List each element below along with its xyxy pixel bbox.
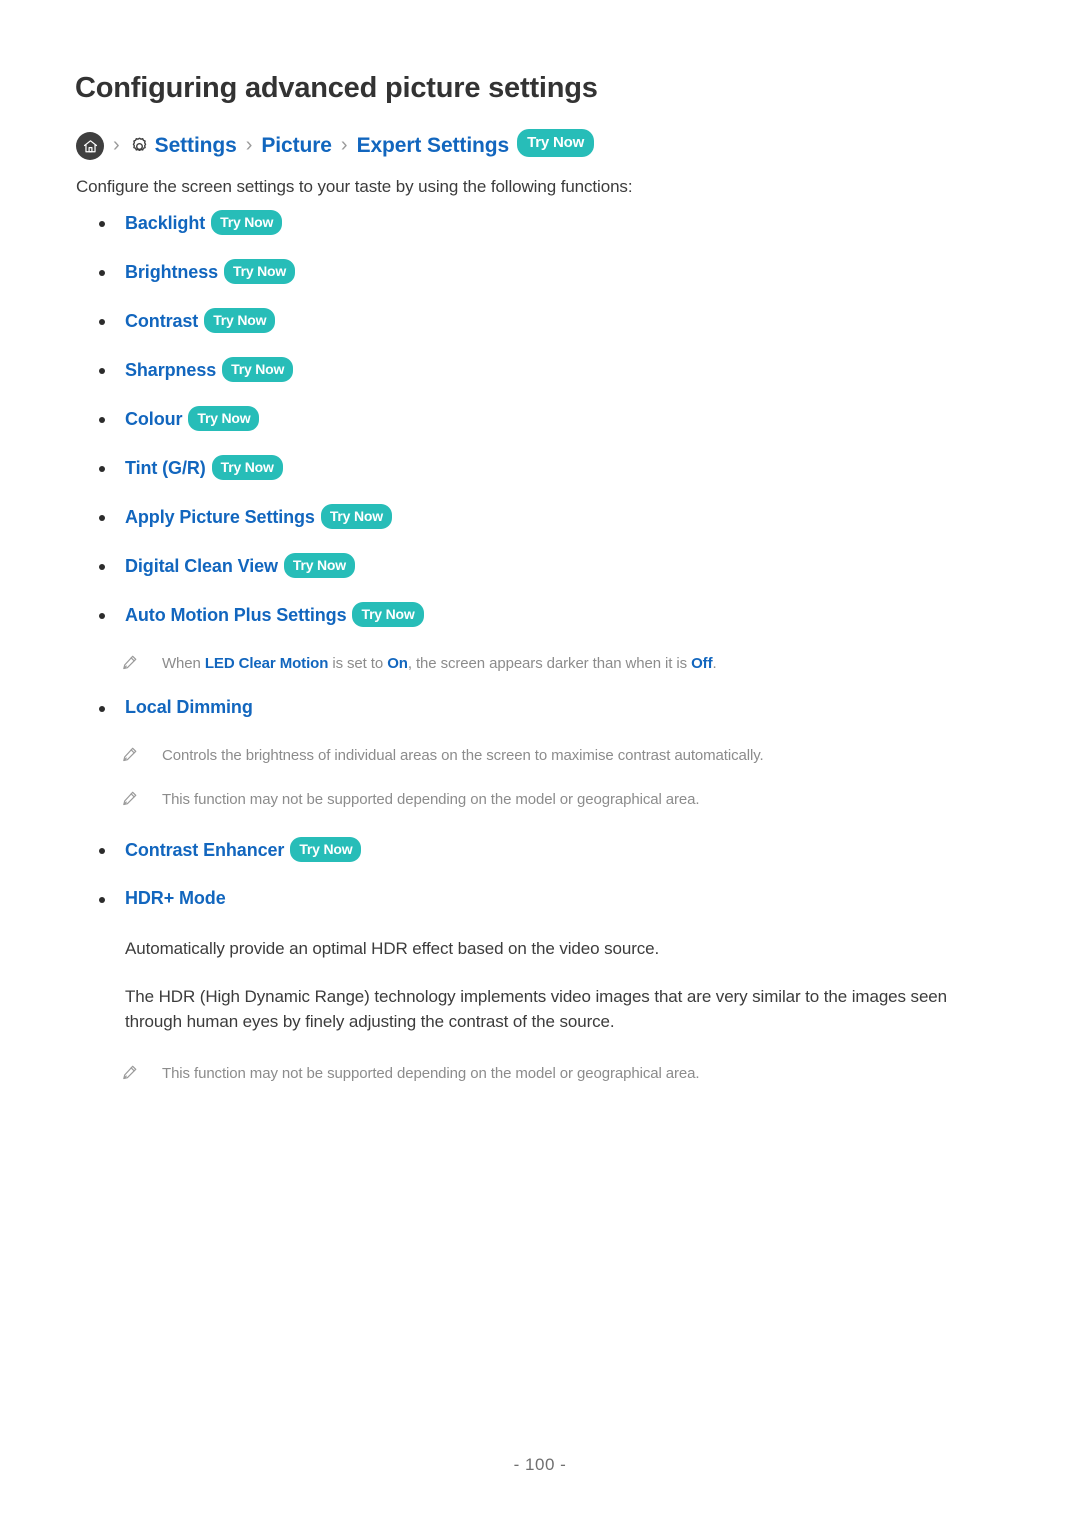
bullet-marker [99,417,105,423]
note-local-dimming-2: This function may not be supported depen… [0,789,1080,811]
bullet-marker [99,221,105,227]
intro-paragraph: Configure the screen settings to your ta… [76,177,633,196]
list-item-brightness[interactable]: Brightness Try Now [0,259,1080,286]
hdr-plus-paragraph-2: The HDR (High Dynamic Range) technology … [125,986,948,1032]
try-now-badge[interactable]: Try Now [320,504,392,529]
pencil-icon [121,746,138,763]
bullet-marker [99,897,105,903]
bullet-marker [99,564,105,570]
list-item-hdr-plus-mode[interactable]: HDR+ Mode [0,888,1080,912]
content-body: Backlight Try Now Brightness Try Now Contr… [0,210,1080,1107]
breadcrumb-separator-3: › [340,134,348,156]
bullet-marker [99,706,105,712]
note-part-2: is set to [328,655,388,672]
pencil-icon [121,790,138,807]
bullet-marker [99,270,105,276]
note-text: When LED Clear Motion is set to On, the … [162,655,717,672]
try-now-badge[interactable]: Try Now [283,553,355,578]
list-item-label[interactable]: Sharpness [125,360,216,380]
note-part-4: . [712,655,717,672]
note-text: This function may not be supported depen… [162,1064,700,1082]
note-term-on: On [387,655,408,672]
list-item-tint[interactable]: Tint (G/R) Try Now [0,455,1080,482]
try-now-badge[interactable]: Try Now [290,837,362,862]
bullet-marker [99,319,105,325]
breadcrumb-separator-1: › [113,134,120,156]
note-local-dimming-1: Controls the brightness of individual ar… [0,745,1080,767]
list-item-label[interactable]: HDR+ Mode [125,888,226,908]
breadcrumb-item-settings[interactable]: Settings [155,134,237,158]
list-item-contrast[interactable]: Contrast Try Now [0,308,1080,335]
gear-icon [129,136,150,157]
list-item-colour[interactable]: Colour Try Now [0,406,1080,433]
try-now-badge[interactable]: Try Now [352,602,424,627]
bullet-marker [99,515,105,521]
list-item-digital-clean-view[interactable]: Digital Clean View Try Now [0,553,1080,580]
breadcrumb-separator-2: › [245,134,253,156]
breadcrumb: › Settings › Picture › Expert Settings T… [76,129,595,161]
page-footer: - 100 - [513,1455,567,1474]
breadcrumb-item-expert-settings[interactable]: Expert Settings [357,134,510,158]
note-text: Controls the brightness of individual ar… [162,747,764,764]
list-item-label[interactable]: Brightness [125,262,218,282]
note-part-3: , the screen appears darker than when it… [407,655,692,672]
list-item-apply-picture-settings[interactable]: Apply Picture Settings Try Now [0,504,1080,531]
try-now-badge-breadcrumb[interactable]: Try Now [517,129,595,157]
pencil-icon [121,654,138,671]
list-item-label[interactable]: Apply Picture Settings [125,507,315,527]
pencil-icon [121,1064,138,1081]
note-term-off: Off [691,655,713,672]
note-term-led-clear-motion: LED Clear Motion [204,655,329,672]
breadcrumb-item-picture[interactable]: Picture [261,134,332,158]
bullet-marker [99,466,105,472]
bullet-marker [99,613,105,619]
try-now-badge[interactable]: Try Now [222,357,294,382]
list-item-label[interactable]: Backlight [125,213,205,233]
bullet-marker [99,368,105,374]
list-item-contrast-enhancer[interactable]: Contrast Enhancer Try Now [0,837,1080,864]
try-now-badge[interactable]: Try Now [211,455,283,480]
hdr-plus-paragraph-1: Automatically provide an optimal HDR eff… [125,939,660,958]
list-item-label[interactable]: Contrast [125,311,198,331]
list-item-label[interactable]: Tint (G/R) [125,458,206,478]
document-page: Configuring advanced picture settings › … [0,0,1080,1527]
list-item-label[interactable]: Local Dimming [125,697,253,717]
list-item-label[interactable]: Colour [125,409,182,429]
list-item-backlight[interactable]: Backlight Try Now [0,210,1080,237]
try-now-badge[interactable]: Try Now [211,210,283,235]
try-now-badge[interactable]: Try Now [204,308,276,333]
note-led-clear-motion: When LED Clear Motion is set to On, the … [0,653,1080,675]
try-now-badge[interactable]: Try Now [224,259,296,284]
list-item-label[interactable]: Digital Clean View [125,556,278,576]
note-hdr-plus: This function may not be supported depen… [0,1063,1080,1085]
page-title: Configuring advanced picture settings [75,72,598,104]
home-icon[interactable] [76,132,104,160]
list-item-label[interactable]: Auto Motion Plus Settings [125,605,347,625]
list-item-local-dimming[interactable]: Local Dimming [0,697,1080,721]
list-item-auto-motion-plus-settings[interactable]: Auto Motion Plus Settings Try Now [0,602,1080,629]
note-text: This function may not be supported depen… [162,791,700,808]
list-item-label[interactable]: Contrast Enhancer [125,840,284,860]
try-now-badge[interactable]: Try Now [188,406,260,431]
bullet-marker [99,848,105,854]
list-item-sharpness[interactable]: Sharpness Try Now [0,357,1080,384]
note-part-1: When [162,655,205,672]
